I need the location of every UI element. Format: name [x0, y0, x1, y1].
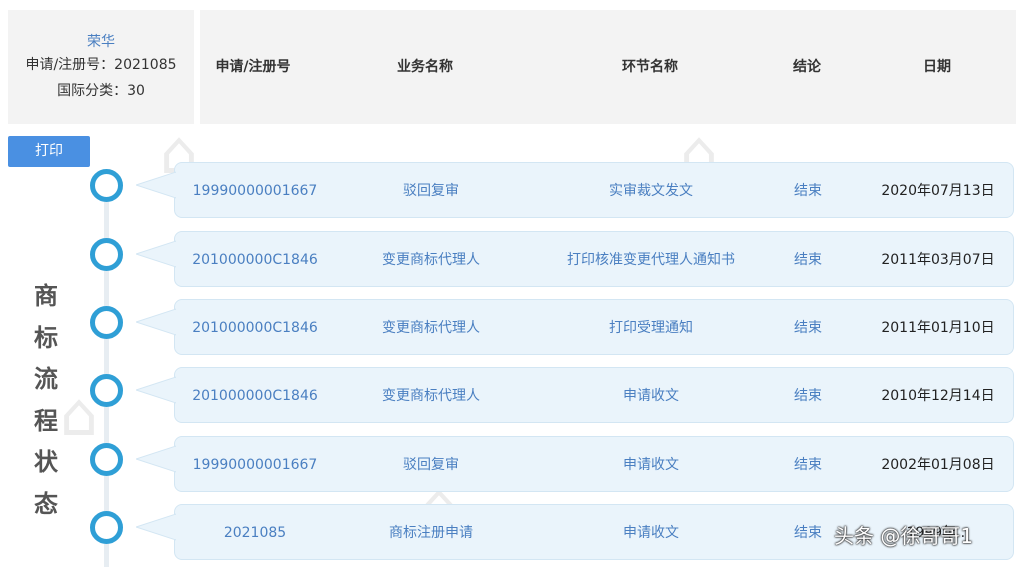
international-class: 国际分类：30: [57, 83, 145, 99]
row-business-name[interactable]: 变更商标代理人: [347, 232, 515, 288]
side-title-char: 流: [34, 365, 58, 393]
timeline-node-icon: [90, 306, 123, 339]
row-step-name[interactable]: 申请收文: [539, 505, 763, 561]
row-reg-number[interactable]: 201000000C1846: [175, 232, 335, 288]
timeline-node-icon: [90, 374, 123, 407]
timeline-node-icon: [90, 238, 123, 271]
row-date: 2002年01月08日: [881, 457, 995, 473]
card-pointer: [136, 444, 176, 474]
flow-card: 201000000C1846 变更商标代理人 打印核准变更代理人通知书 结束 2…: [174, 231, 1014, 287]
row-business-name[interactable]: 驳回复审: [347, 163, 515, 219]
row-date: 2011年01月10日: [881, 320, 995, 336]
header-reg-number: 申请/注册号: [215, 59, 291, 75]
card-pointer: [136, 239, 176, 269]
row-business-name[interactable]: 变更商标代理人: [347, 368, 515, 424]
card-pointer: [136, 170, 176, 200]
trademark-flow-page: ⌂ ⌂ ⌂ ⌂ 荣华 申请/注册号：2021085 国际分类：30 申请/注册号…: [0, 0, 1024, 567]
flow-row: 201000000C1846 变更商标代理人 打印核准变更代理人通知书 结束 2…: [0, 231, 1024, 289]
row-date: 2010年12月14日: [881, 388, 995, 404]
row-step-name[interactable]: 申请收文: [539, 368, 763, 424]
registration-number: 申请/注册号：2021085: [25, 57, 177, 73]
timeline-node-icon: [90, 443, 123, 476]
timeline-node-icon: [90, 169, 123, 202]
watermark-text: 头条 @徐哥哥1: [834, 524, 974, 548]
header-step-name: 环节名称: [622, 59, 678, 75]
timeline-node-icon: [90, 511, 123, 544]
card-pointer: [136, 375, 176, 405]
row-step-name[interactable]: 打印核准变更代理人通知书: [539, 232, 763, 288]
row-step-name[interactable]: 实审裁文发文: [539, 163, 763, 219]
flow-row: 201000000C1846 变更商标代理人 申请收文 结束 2010年12月1…: [0, 367, 1024, 425]
flow-row: 19990000001667 驳回复审 申请收文 结束 2002年01月08日: [0, 436, 1024, 494]
flow-card: 19990000001667 驳回复审 实审裁文发文 结束 2020年07月13…: [174, 162, 1014, 218]
card-pointer: [136, 512, 176, 542]
flow-row: 201000000C1846 变更商标代理人 打印受理通知 结束 2011年01…: [0, 299, 1024, 357]
card-pointer: [136, 307, 176, 337]
side-title-char: 状: [34, 448, 58, 476]
row-business-name[interactable]: 商标注册申请: [347, 505, 515, 561]
row-conclusion[interactable]: 结束: [771, 163, 845, 219]
row-conclusion[interactable]: 结束: [771, 300, 845, 356]
side-title-char: 态: [34, 489, 58, 518]
flow-card: 201000000C1846 变更商标代理人 申请收文 结束 2010年12月1…: [174, 367, 1014, 423]
header-conclusion: 结论: [793, 59, 821, 75]
trademark-info-panel: 荣华 申请/注册号：2021085 国际分类：30: [8, 10, 194, 124]
row-step-name[interactable]: 申请收文: [539, 437, 763, 493]
row-step-name[interactable]: 打印受理通知: [539, 300, 763, 356]
row-business-name[interactable]: 变更商标代理人: [347, 300, 515, 356]
row-conclusion[interactable]: 结束: [771, 368, 845, 424]
row-date: 2011年03月07日: [881, 252, 995, 268]
table-header: 申请/注册号 业务名称 环节名称 结论 日期: [200, 10, 1016, 124]
header-business-name: 业务名称: [397, 59, 453, 75]
print-button[interactable]: 打印: [8, 136, 90, 167]
row-reg-number[interactable]: 19990000001667: [175, 437, 335, 493]
row-reg-number[interactable]: 19990000001667: [175, 163, 335, 219]
row-reg-number[interactable]: 2021085: [175, 505, 335, 561]
side-title-char: 程: [34, 406, 58, 435]
flow-card: 19990000001667 驳回复审 申请收文 结束 2002年01月08日: [174, 436, 1014, 492]
side-title-char: 商: [34, 282, 58, 310]
row-date: 2020年07月13日: [881, 183, 995, 199]
row-reg-number[interactable]: 201000000C1846: [175, 368, 335, 424]
row-conclusion[interactable]: 结束: [771, 232, 845, 288]
flow-row: 19990000001667 驳回复审 实审裁文发文 结束 2020年07月13…: [0, 162, 1024, 220]
row-business-name[interactable]: 驳回复审: [347, 437, 515, 493]
row-reg-number[interactable]: 201000000C1846: [175, 300, 335, 356]
header-date: 日期: [923, 59, 951, 75]
side-title: 商 标 流 程 状 态: [28, 276, 64, 525]
flow-card: 201000000C1846 变更商标代理人 打印受理通知 结束 2011年01…: [174, 299, 1014, 355]
trademark-name[interactable]: 荣华: [8, 32, 194, 52]
row-conclusion[interactable]: 结束: [771, 437, 845, 493]
side-title-char: 标: [34, 323, 58, 352]
